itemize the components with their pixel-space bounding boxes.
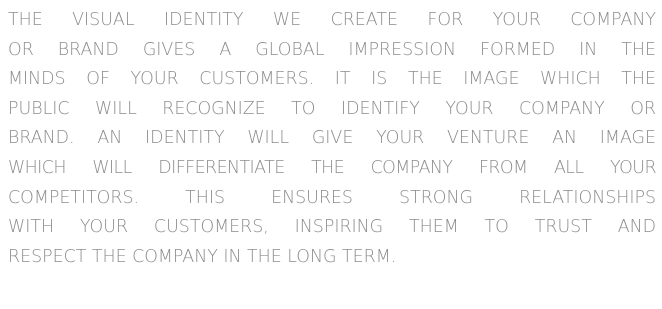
- paragraph-line: WITH YOUR CUSTOMERS, INSPIRING THEM TO T…: [8, 217, 656, 238]
- paragraph-line: COMPETITORS. THIS ENSURES STRONG RELATIO…: [8, 187, 656, 208]
- paragraph-line: PUBLIC WILL RECOGNIZE TO IDENTIFY YOUR C…: [8, 98, 656, 119]
- paragraph-line: BRAND. AN IDENTITY WILL GIVE YOUR VENTUR…: [8, 128, 656, 149]
- paragraph-line: MINDS OF YOUR CUSTOMERS. IT IS THE IMAGE…: [8, 69, 656, 90]
- identity-description-paragraph: THE VISUAL IDENTITY WE CREATE FOR YOUR C…: [8, 6, 656, 272]
- paragraph-line: RESPECT THE COMPANY IN THE LONG TERM.: [8, 246, 397, 267]
- paragraph-line: WHICH WILL DIFFERENTIATE THE COMPANY FRO…: [8, 157, 656, 178]
- paragraph-line: THE VISUAL IDENTITY WE CREATE FOR YOUR C…: [8, 10, 656, 30]
- paragraph-line: OR BRAND GIVES A GLOBAL IMPRESSION FORME…: [8, 39, 656, 60]
